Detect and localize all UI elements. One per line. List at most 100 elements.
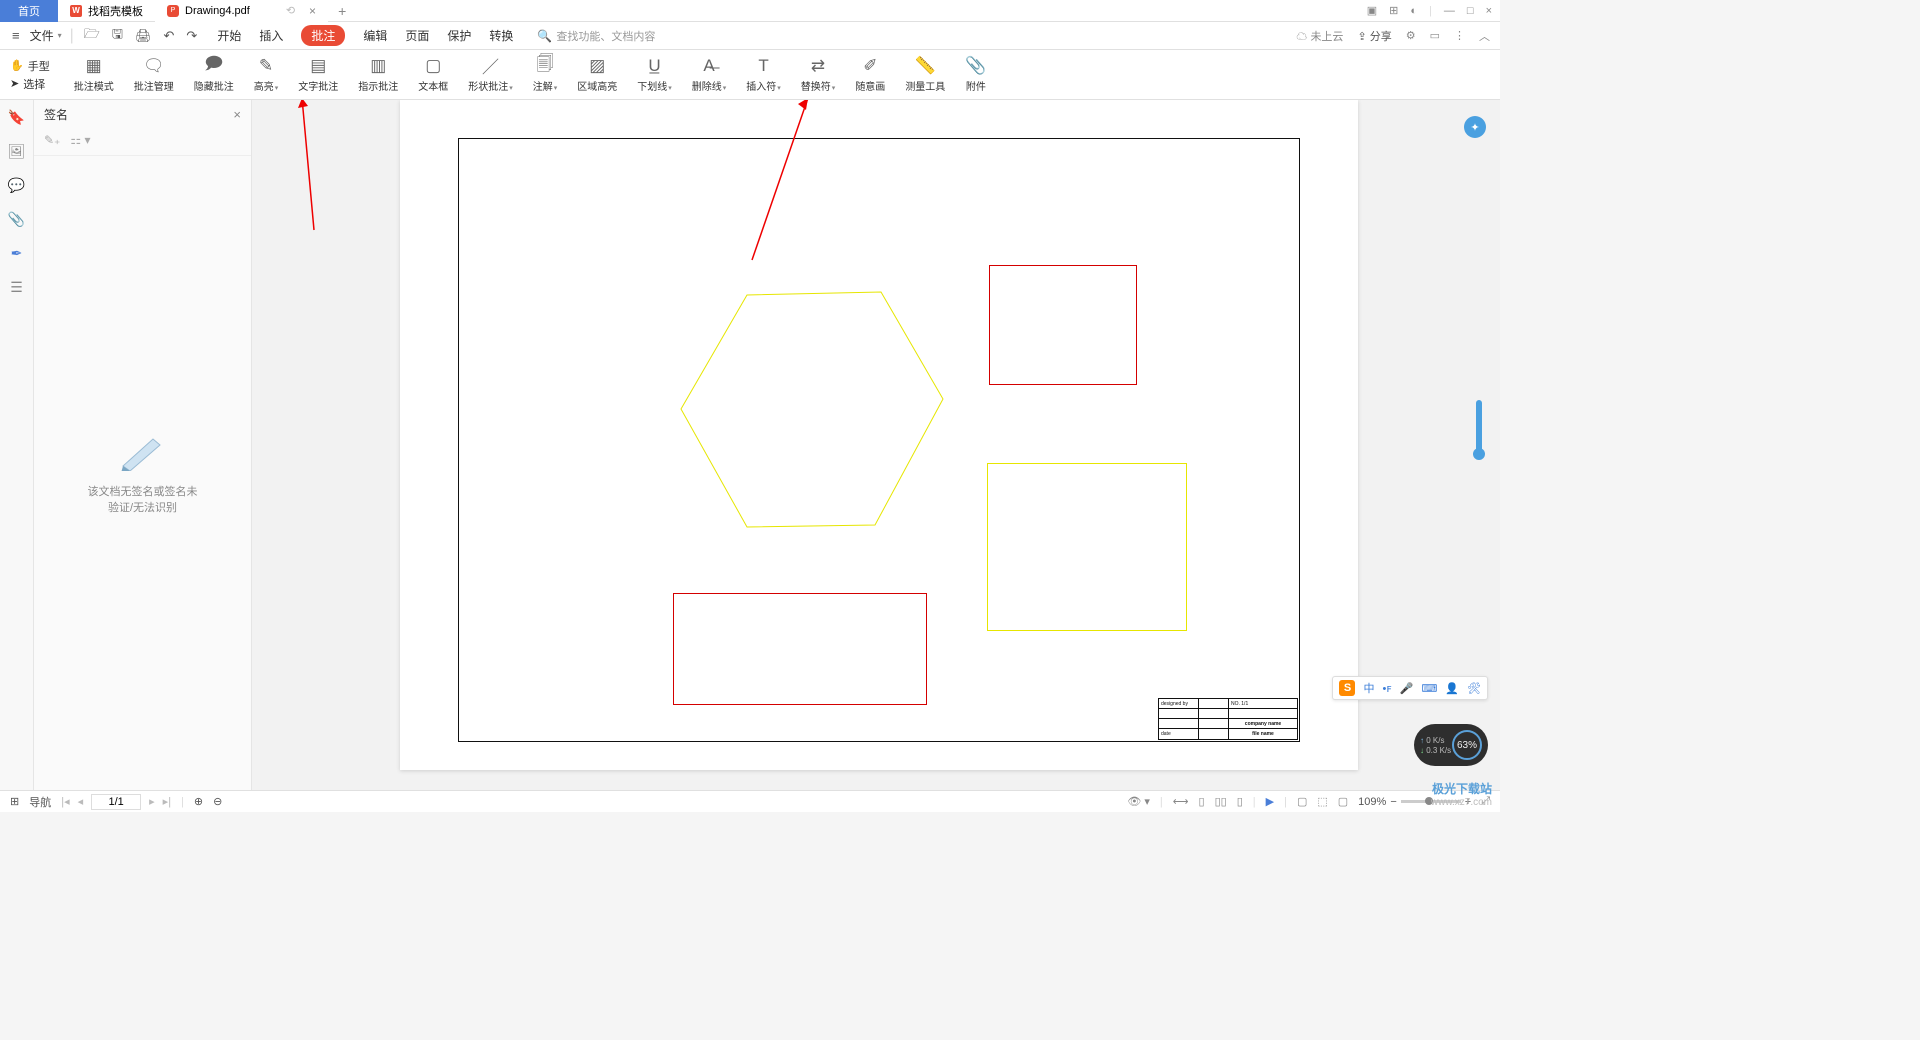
- cloud-status[interactable]: ☁ 未上云: [1296, 28, 1343, 44]
- first-page-icon[interactable]: |◂: [61, 795, 69, 808]
- caret-down-icon: ▾: [58, 31, 62, 40]
- layout-icon[interactable]: ▣: [1367, 4, 1377, 17]
- tool-highlight[interactable]: ✎高亮▾: [244, 57, 289, 93]
- more-icon[interactable]: ⋮: [1454, 29, 1465, 42]
- redo-icon[interactable]: ↷: [184, 28, 199, 44]
- empty-text-1: 该文档无签名或签名未: [88, 483, 198, 499]
- nav-label[interactable]: 导航: [29, 794, 51, 810]
- tool-freehand[interactable]: ✐随意画: [845, 57, 895, 93]
- tab-home[interactable]: 首页: [0, 0, 58, 22]
- window-icon[interactable]: ▭: [1430, 29, 1440, 42]
- tool-caret[interactable]: T插入符▾: [736, 57, 791, 93]
- clip-icon[interactable]: 📎: [8, 208, 25, 230]
- tool-textbox[interactable]: ▢文本框: [408, 57, 458, 93]
- tool-shape-annotate[interactable]: ／形状批注▾: [458, 57, 523, 93]
- undo-icon[interactable]: ↶: [162, 28, 177, 44]
- tool-label: 替换符▾: [801, 78, 836, 93]
- tool-measure[interactable]: 📏测量工具: [895, 57, 955, 93]
- last-page-icon[interactable]: ▸|: [163, 795, 171, 808]
- tab-insert[interactable]: 插入: [259, 27, 283, 44]
- fit-minus-icon[interactable]: ⊖: [213, 795, 222, 808]
- fit-width-icon[interactable]: ⟷: [1173, 795, 1189, 808]
- fit-plus-icon[interactable]: ⊕: [194, 795, 203, 808]
- ime-user-icon[interactable]: 👤: [1445, 682, 1459, 695]
- single-page-icon[interactable]: ▯: [1199, 795, 1205, 808]
- side-panel: 签名 × ✎₊ ⚏ ▾ 该文档无签名或签名未 验证/无法识别: [34, 100, 252, 790]
- tab-protect[interactable]: 保护: [447, 27, 471, 44]
- signature-icon[interactable]: ✒: [11, 242, 23, 264]
- ime-punct-icon[interactable]: •ꜰ: [1382, 682, 1391, 695]
- image-icon[interactable]: 🖼: [8, 140, 26, 162]
- ime-lang[interactable]: 中: [1363, 680, 1374, 696]
- layers-icon[interactable]: ☰: [10, 276, 23, 298]
- floating-assistant-button[interactable]: ✦: [1464, 116, 1486, 138]
- ime-mic-icon[interactable]: 🎤: [1400, 682, 1414, 695]
- tool-hide-annotate[interactable]: 🗩隐藏批注: [184, 57, 244, 93]
- status-bar: ⊞ 导航 |◂ ◂ ▸ ▸| | ⊕ ⊖ 👁 ▾ | ⟷ ▯ ▯▯ ▯ | ▶ …: [0, 790, 1500, 812]
- file-menu[interactable]: 文件▾: [30, 27, 62, 44]
- ime-bar[interactable]: S 中 •ꜰ 🎤 ⌨ 👤 🛠: [1332, 676, 1488, 700]
- tool-annotate-mode[interactable]: ▦批注模式: [64, 57, 124, 93]
- tool-replace[interactable]: ⇄替换符▾: [791, 57, 846, 93]
- crop-icon[interactable]: ⬚: [1317, 795, 1327, 808]
- highlight-icon: ✎: [259, 57, 273, 75]
- tab-close-icon[interactable]: ×: [309, 4, 316, 18]
- tool-underline[interactable]: U̲下划线▾: [627, 57, 682, 93]
- tab-start[interactable]: 开始: [217, 27, 241, 44]
- grid-icon[interactable]: ⊞: [1389, 4, 1398, 17]
- hamburger-icon[interactable]: ≡: [10, 28, 22, 43]
- tab-page[interactable]: 页面: [405, 27, 429, 44]
- tab-document-label: Drawing4.pdf: [185, 5, 250, 17]
- net-up: 0 K/s: [1420, 736, 1452, 745]
- stack-icon[interactable]: ▢: [1297, 795, 1307, 808]
- tool-label: 隐藏批注: [194, 78, 234, 93]
- ime-tool-icon[interactable]: 🛠: [1467, 682, 1481, 695]
- continuous-icon[interactable]: ▯: [1237, 795, 1243, 808]
- minimize-icon[interactable]: —: [1444, 5, 1455, 17]
- tab-annotate[interactable]: 批注: [301, 25, 345, 46]
- sp-option-icon[interactable]: ⚏ ▾: [70, 133, 90, 147]
- tool-strikethrough[interactable]: A̶删除线▾: [682, 57, 737, 93]
- panel-toggle-icon[interactable]: ⊞: [10, 795, 19, 808]
- tool-pointer-annotate[interactable]: ▥指示批注: [348, 57, 408, 93]
- side-panel-close-icon[interactable]: ×: [233, 107, 241, 122]
- measure-icon: 📏: [915, 57, 936, 75]
- comment-icon[interactable]: 💬: [8, 174, 25, 196]
- tab-document[interactable]: P Drawing4.pdf ⟲ ×: [155, 0, 328, 22]
- tool-annotate-manage[interactable]: 🗨批注管理: [124, 57, 184, 93]
- tool-attachment[interactable]: 📎附件: [955, 57, 996, 93]
- sp-add-icon[interactable]: ✎₊: [44, 133, 60, 147]
- tab-convert[interactable]: 转换: [489, 27, 513, 44]
- select-mode[interactable]: ➤选择: [10, 76, 50, 92]
- maximize-icon[interactable]: □: [1467, 5, 1474, 17]
- search-box[interactable]: 🔍 查找功能、文档内容: [537, 28, 655, 44]
- tab-edit[interactable]: 编辑: [363, 27, 387, 44]
- hand-mode[interactable]: ✋手型: [10, 58, 50, 74]
- two-page-icon[interactable]: ▯▯: [1215, 795, 1227, 808]
- network-widget[interactable]: 0 K/s 0.3 K/s 63%: [1414, 724, 1488, 766]
- tab-pin-icon[interactable]: ⟲: [286, 4, 295, 17]
- eye-icon[interactable]: 👁 ▾: [1127, 795, 1150, 808]
- play-icon[interactable]: ▶: [1266, 795, 1274, 808]
- collapse-ribbon-icon[interactable]: ︿: [1479, 28, 1490, 44]
- next-page-icon[interactable]: ▸: [149, 795, 155, 808]
- prev-page-icon[interactable]: ◂: [78, 795, 84, 808]
- page-input[interactable]: [91, 794, 141, 810]
- tool-area-highlight[interactable]: ▨区域高亮: [567, 57, 627, 93]
- tab-template[interactable]: W 找稻壳模板: [58, 0, 155, 22]
- zoom-out-icon[interactable]: −: [1390, 796, 1396, 808]
- user-icon[interactable]: ◐: [1410, 5, 1417, 17]
- tab-add-button[interactable]: +: [328, 3, 356, 19]
- tool-text-annotate[interactable]: ▤文字批注: [288, 57, 348, 93]
- open-icon[interactable]: 🗁: [82, 25, 102, 47]
- bookmark-icon[interactable]: 🔖: [8, 106, 25, 128]
- ime-keyboard-icon[interactable]: ⌨: [1421, 682, 1437, 695]
- save-icon[interactable]: 🖫: [110, 25, 125, 47]
- tool-note[interactable]: 🗐注解▾: [523, 57, 568, 93]
- gear-icon[interactable]: ⚙: [1406, 29, 1416, 42]
- canvas[interactable]: designed byNO. 1/1 company name datefile…: [252, 100, 1500, 790]
- close-window-icon[interactable]: ×: [1486, 5, 1492, 17]
- print-icon[interactable]: 🖨: [133, 28, 154, 44]
- full-icon[interactable]: ▢: [1338, 795, 1348, 808]
- share-button[interactable]: ⇪ 分享: [1357, 28, 1391, 44]
